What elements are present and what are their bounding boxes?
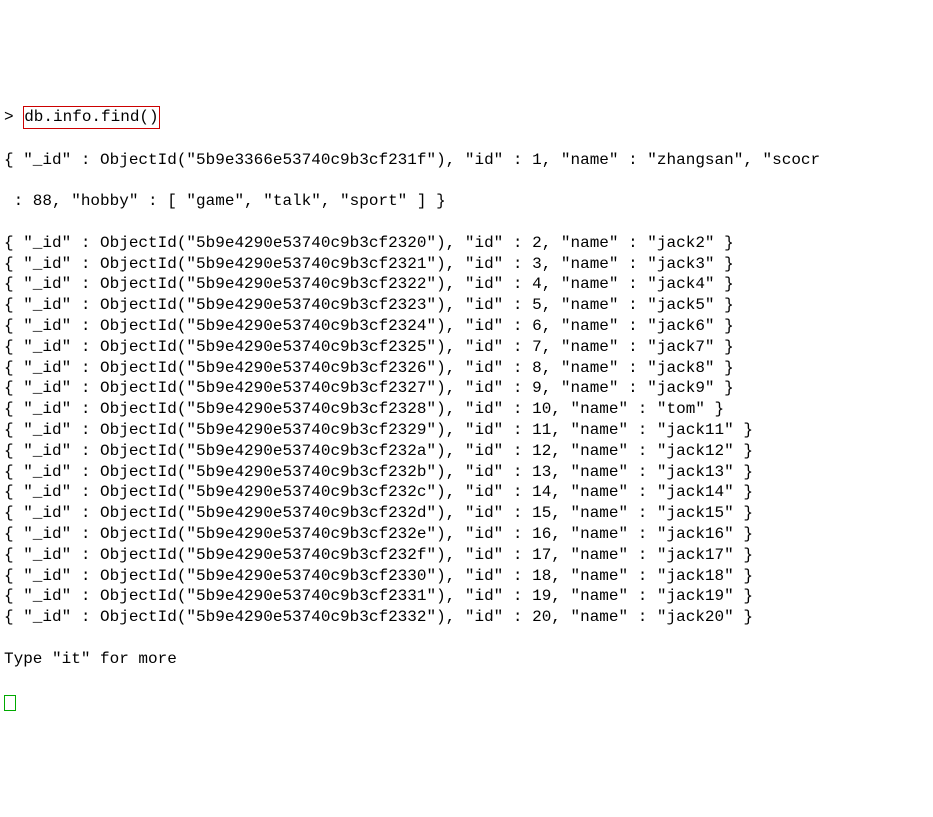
command-text: db.info.find() [24, 108, 158, 126]
result-doc: { "_id" : ObjectId("5b9e4290e53740c9b3cf… [4, 254, 929, 275]
result-doc: { "_id" : ObjectId("5b9e4290e53740c9b3cf… [4, 482, 929, 503]
result-doc: { "_id" : ObjectId("5b9e4290e53740c9b3cf… [4, 274, 929, 295]
result-doc: { "_id" : ObjectId("5b9e4290e53740c9b3cf… [4, 545, 929, 566]
result-doc: { "_id" : ObjectId("5b9e4290e53740c9b3cf… [4, 399, 929, 420]
result-doc-list: { "_id" : ObjectId("5b9e4290e53740c9b3cf… [4, 233, 929, 628]
result-doc: { "_id" : ObjectId("5b9e4290e53740c9b3cf… [4, 295, 929, 316]
result-doc: { "_id" : ObjectId("5b9e4290e53740c9b3cf… [4, 358, 929, 379]
cursor-icon [4, 695, 16, 711]
result-doc: { "_id" : ObjectId("5b9e4290e53740c9b3cf… [4, 420, 929, 441]
result-doc: { "_id" : ObjectId("5b9e4290e53740c9b3cf… [4, 524, 929, 545]
result-doc: { "_id" : ObjectId("5b9e4290e53740c9b3cf… [4, 441, 929, 462]
result-doc: { "_id" : ObjectId("5b9e4290e53740c9b3cf… [4, 378, 929, 399]
result-doc: { "_id" : ObjectId("5b9e4290e53740c9b3cf… [4, 566, 929, 587]
result-doc: { "_id" : ObjectId("5b9e4290e53740c9b3cf… [4, 233, 929, 254]
result-doc: { "_id" : ObjectId("5b9e4290e53740c9b3cf… [4, 586, 929, 607]
mongo-shell-terminal[interactable]: > db.info.find() { "_id" : ObjectId("5b9… [0, 83, 933, 713]
result-doc: { "_id" : ObjectId("5b9e4290e53740c9b3cf… [4, 503, 929, 524]
prompt-symbol: > [4, 108, 23, 126]
more-prompt: Type "it" for more [4, 649, 929, 670]
command-line: > db.info.find() [4, 106, 929, 129]
result-doc: { "_id" : ObjectId("5b9e4290e53740c9b3cf… [4, 607, 929, 628]
command-highlight: db.info.find() [23, 106, 159, 129]
result-doc: { "_id" : ObjectId("5b9e4290e53740c9b3cf… [4, 316, 929, 337]
result-doc-1-line2: : 88, "hobby" : [ "game", "talk", "sport… [4, 191, 929, 212]
result-doc: { "_id" : ObjectId("5b9e4290e53740c9b3cf… [4, 337, 929, 358]
result-doc: { "_id" : ObjectId("5b9e4290e53740c9b3cf… [4, 462, 929, 483]
result-doc-1-line1: { "_id" : ObjectId("5b9e3366e53740c9b3cf… [4, 150, 929, 171]
